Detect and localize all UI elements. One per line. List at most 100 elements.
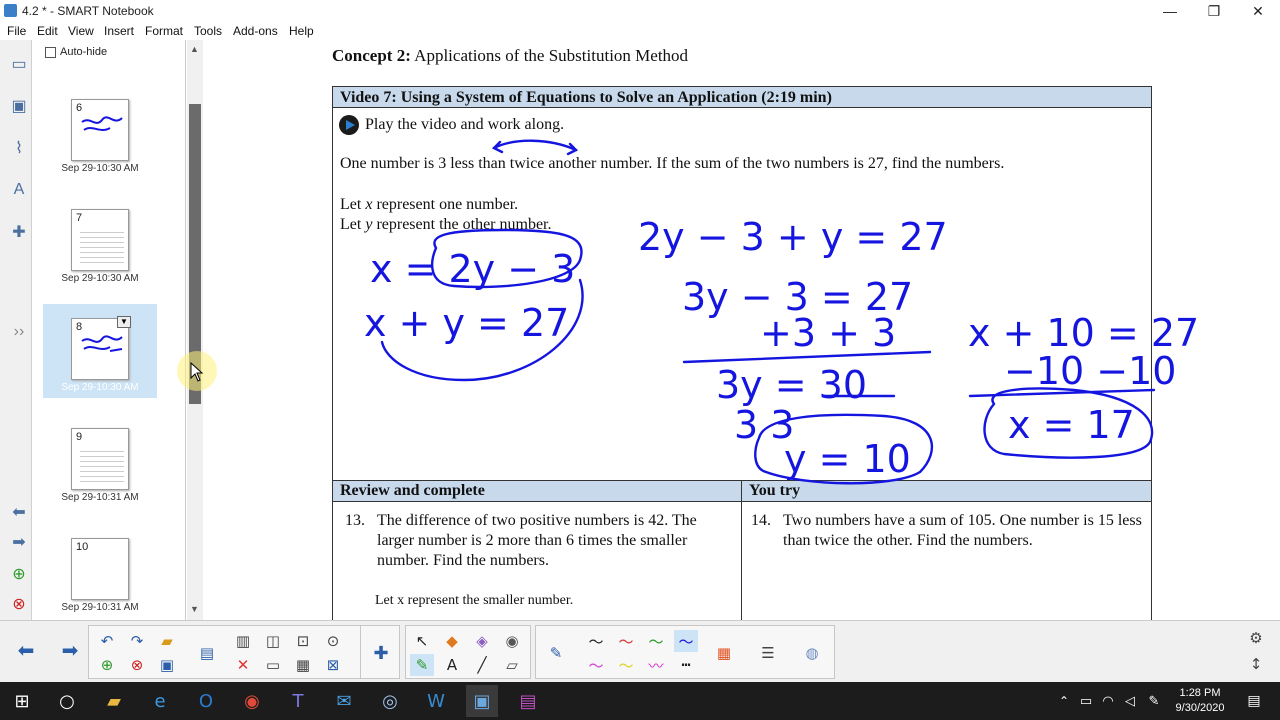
previous-page-icon[interactable]: ⬅ bbox=[14, 638, 38, 662]
restore-button[interactable]: ❐ bbox=[1192, 0, 1236, 22]
page-date: Sep 29-10:31 AM bbox=[61, 602, 139, 613]
addons-puzzle-icon[interactable]: ✚ bbox=[7, 220, 31, 244]
undo-icon[interactable]: ↶ bbox=[95, 630, 119, 652]
webex-icon[interactable]: W bbox=[420, 685, 452, 717]
transparency-icon[interactable]: ◍ bbox=[800, 642, 824, 664]
attachments-icon[interactable]: ⌇ bbox=[7, 136, 31, 160]
page-sorter-icon[interactable]: ▭ bbox=[7, 52, 31, 76]
toolbar-group-addons: ✚ bbox=[360, 625, 400, 679]
pen-icon[interactable]: ✎ bbox=[544, 642, 568, 664]
clock-date: 9/30/2020 bbox=[1175, 702, 1225, 714]
delete-page-icon[interactable]: ⊗ bbox=[7, 592, 31, 616]
clock-time: 1:28 PM bbox=[1179, 687, 1221, 699]
pen-style-green-icon[interactable]: 〜 bbox=[644, 630, 668, 652]
pen-style-dashed-icon[interactable]: ┅ bbox=[674, 654, 698, 676]
wifi-icon[interactable]: ◠ bbox=[1098, 685, 1118, 717]
pen-workspace-icon[interactable]: ✎ bbox=[1144, 685, 1164, 717]
pen-style-blue-icon[interactable]: 〜 bbox=[674, 630, 698, 652]
show-hidden-icons-icon[interactable]: ⌃ bbox=[1054, 685, 1074, 717]
eraser-tool-icon[interactable]: ◈ bbox=[470, 630, 494, 652]
add-page-icon[interactable]: ⊕ bbox=[95, 654, 119, 676]
full-screen-icon[interactable]: ⊠ bbox=[321, 654, 345, 676]
next-page-icon[interactable]: ➡ bbox=[7, 530, 31, 554]
display-icon[interactable]: ▭ bbox=[261, 654, 285, 676]
line-icon[interactable]: ╱ bbox=[470, 654, 494, 676]
page-menu-dropdown-icon[interactable]: ▼ bbox=[117, 316, 131, 328]
select-arrow-icon[interactable]: ↖ bbox=[410, 630, 434, 652]
page-thumbnail-10[interactable]: 10 Sep 29-10:31 AM bbox=[43, 534, 157, 628]
menu-file[interactable]: File bbox=[7, 24, 26, 38]
page-thumbnail-6[interactable]: 6 Sep 29-10:30 AM bbox=[43, 95, 157, 189]
chrome-icon[interactable]: ◉ bbox=[236, 685, 268, 717]
smart-notebook-taskbar-icon[interactable]: ▣ bbox=[466, 685, 498, 717]
line-thickness-icon[interactable]: ☰ bbox=[756, 642, 780, 664]
scroll-down-arrow-icon[interactable]: ▼ bbox=[190, 604, 199, 614]
pens-icon[interactable]: ✎ bbox=[410, 654, 434, 676]
taskbar-clock[interactable]: 1:28 PM 9/30/2020 bbox=[1172, 686, 1228, 716]
page-date: Sep 29-10:30 AM bbox=[61, 382, 139, 393]
properties-icon[interactable]: A bbox=[7, 178, 31, 202]
shapes-icon[interactable]: ◆ bbox=[440, 630, 464, 652]
teams-meeting-icon[interactable]: ▤ bbox=[512, 685, 544, 717]
eraser-icon[interactable]: ▱ bbox=[500, 654, 524, 676]
document-camera-icon[interactable]: ⊡ bbox=[291, 630, 315, 652]
zoom-icon[interactable]: ⊙ bbox=[321, 630, 345, 652]
edge-browser-icon[interactable]: e bbox=[144, 685, 176, 717]
menu-format[interactable]: Format bbox=[145, 24, 183, 38]
close-button[interactable]: ✕ bbox=[1236, 0, 1280, 22]
page-thumbnail-7[interactable]: 7 Sep 29-10:30 AM bbox=[43, 205, 157, 299]
add-page-icon[interactable]: ⊕ bbox=[7, 562, 31, 586]
open-folder-icon[interactable]: ▰ bbox=[155, 630, 179, 652]
canvas-scrollbar[interactable]: ▲ ▼ bbox=[187, 40, 203, 620]
pen-style-pink-icon[interactable]: 〜 bbox=[584, 654, 608, 676]
addons-puzzle-icon[interactable]: ✚ bbox=[369, 642, 393, 664]
title-bar: 4.2 * - SMART Notebook — ❐ ✕ bbox=[0, 0, 1280, 22]
menu-help[interactable]: Help bbox=[289, 24, 314, 38]
pen-style-black-icon[interactable]: 〜 bbox=[584, 630, 608, 652]
settings-gear-icon[interactable]: ⚙ bbox=[1244, 627, 1268, 649]
previous-page-icon[interactable]: ⬅ bbox=[7, 500, 31, 524]
paste-icon[interactable]: ▥ bbox=[231, 630, 255, 652]
autohide-toggle[interactable]: Auto-hide bbox=[45, 46, 107, 58]
table-icon[interactable]: ▦ bbox=[291, 654, 315, 676]
volume-icon[interactable]: ◁ bbox=[1120, 685, 1140, 717]
save-icon[interactable]: ▣ bbox=[155, 654, 179, 676]
autohide-checkbox[interactable] bbox=[45, 46, 56, 58]
outlook-icon[interactable]: O bbox=[190, 685, 222, 717]
whiteboard-icon[interactable]: ✉ bbox=[328, 685, 360, 717]
search-circle-icon[interactable]: ○ bbox=[51, 685, 83, 717]
teams-icon[interactable]: T bbox=[282, 685, 314, 717]
page-thumbnail-8[interactable]: 8 ▼ Sep 29-10:30 AM bbox=[43, 304, 157, 398]
move-toolbar-icon[interactable]: ↕ bbox=[1244, 653, 1268, 675]
page-number: 8 bbox=[76, 321, 83, 333]
menu-insert[interactable]: Insert bbox=[104, 24, 134, 38]
screen-recorder-icon[interactable]: ◎ bbox=[374, 685, 406, 717]
next-page-icon[interactable]: ➡ bbox=[58, 638, 82, 662]
menu-tools[interactable]: Tools bbox=[194, 24, 222, 38]
start-windows-icon[interactable]: ⊞ bbox=[6, 685, 38, 717]
fill-icon[interactable]: ◉ bbox=[500, 630, 524, 652]
color-palette-icon[interactable]: ▦ bbox=[712, 642, 736, 664]
minimize-button[interactable]: — bbox=[1148, 0, 1192, 22]
collapse-handle-icon[interactable]: ›› bbox=[7, 320, 31, 344]
capture-icon[interactable]: ◫ bbox=[261, 630, 285, 652]
screen-shade-icon[interactable]: ▤ bbox=[195, 642, 219, 664]
notebook-canvas[interactable]: Concept 2: Applications of the Substitut… bbox=[204, 40, 1280, 620]
file-explorer-icon[interactable]: ▰ bbox=[98, 685, 130, 717]
gallery-icon[interactable]: ▣ bbox=[7, 94, 31, 118]
menu-addons[interactable]: Add-ons bbox=[233, 24, 278, 38]
delete-page-icon[interactable]: ⊗ bbox=[125, 654, 149, 676]
menu-edit[interactable]: Edit bbox=[37, 24, 58, 38]
notifications-icon[interactable]: ▤ bbox=[1238, 685, 1270, 717]
delete-icon[interactable]: ✕ bbox=[231, 654, 255, 676]
scroll-up-arrow-icon[interactable]: ▲ bbox=[190, 44, 199, 54]
battery-icon[interactable]: ▭ bbox=[1076, 685, 1096, 717]
menu-view[interactable]: View bbox=[68, 24, 94, 38]
page-sorter: Auto-hide 6 Sep 29-10:30 AM 7 Sep 29-10:… bbox=[33, 40, 202, 620]
pen-style-red-icon[interactable]: 〜 bbox=[614, 630, 638, 652]
pen-style-magenta-icon[interactable]: 〰 bbox=[644, 654, 668, 676]
pen-style-yellow-icon[interactable]: 〜 bbox=[614, 654, 638, 676]
redo-icon[interactable]: ↷ bbox=[125, 630, 149, 652]
page-thumbnail-9[interactable]: 9 Sep 29-10:31 AM bbox=[43, 424, 157, 518]
text-icon[interactable]: A bbox=[440, 654, 464, 676]
